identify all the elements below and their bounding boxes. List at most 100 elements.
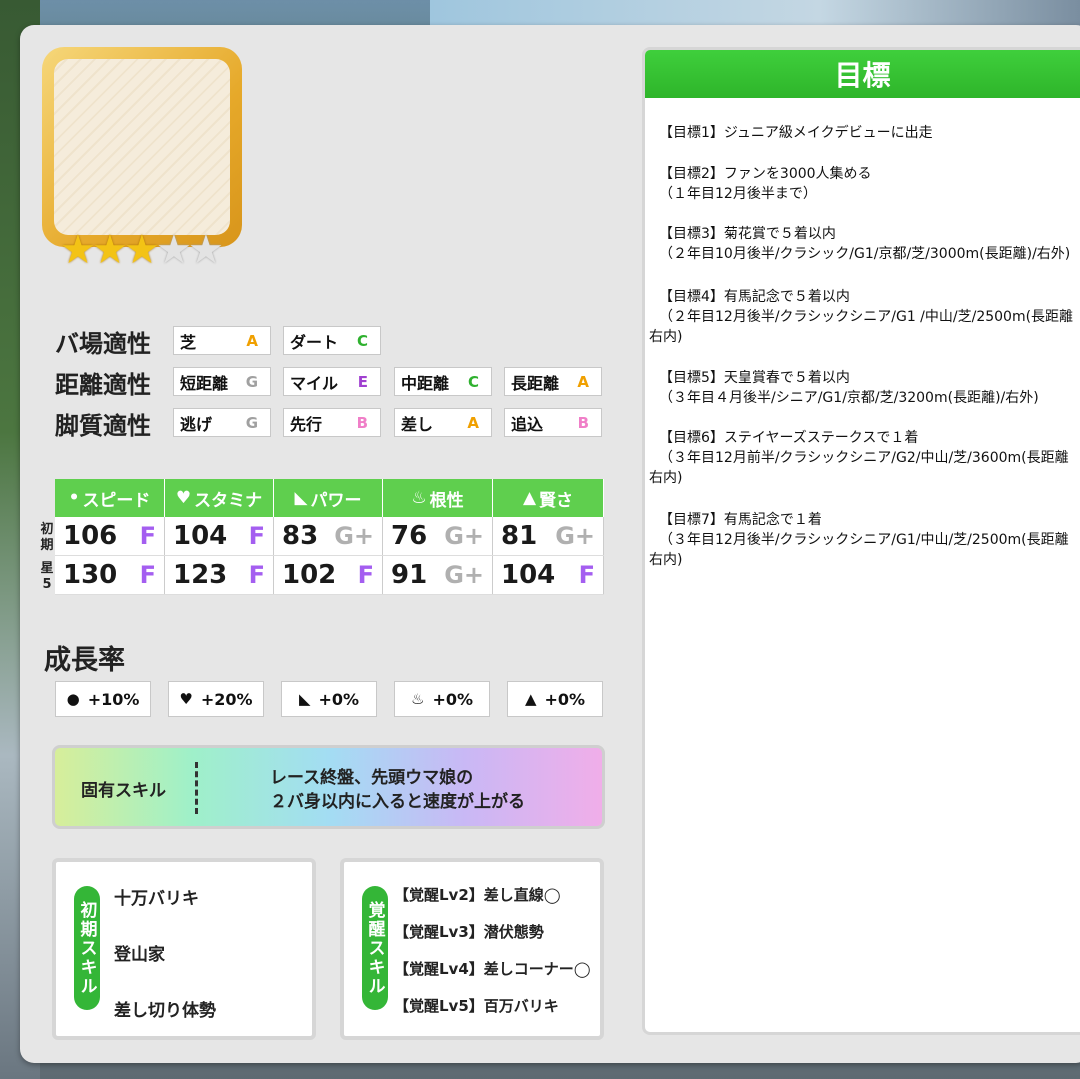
stat-value: 83 [282,521,319,551]
stats-header-label: 根性 [429,490,464,511]
goal-detail-cont: 右内) [649,470,683,486]
stat-value: 106 [63,521,118,551]
awakening-skills-card: 覚醒スキル 【覚醒Lv2】差し直線◯ 【覚醒Lv3】潜伏態勢 【覚醒Lv4】差し… [340,858,604,1040]
goal-item: 【目標1】ジュニア級メイクデビューに出走 [659,123,933,143]
character-portrait [54,59,230,235]
aptitude-distance-box[interactable]: マイル E [283,367,381,396]
rarity-stars: ★ ★ ★ ★ ★ [60,227,224,273]
goal-title: 【目標4】有馬記念で５着以内 [659,289,850,305]
stat-grade: F [139,522,156,550]
goal-detail: （３年目12月前半/クラシックシニア/G2/中山/芝/3600m(長距離 [659,450,1069,466]
unique-skill-card[interactable]: 固有スキル レース終盤、先頭ウマ娘の ２バ身以内に入ると速度が上がる [52,745,605,829]
aptitude-style-box[interactable]: 逃げ G [173,408,271,437]
stats-row: 106 F 104 F 83 G+ 76 G+ 81 G+ [55,517,604,556]
stat-grade: F [139,561,156,589]
initial-skills-card: 初期スキル 十万バリキ 登山家 差し切り体勢 [52,858,316,1040]
awakening-skill-item[interactable]: 【覚醒Lv4】差しコーナー◯ [394,958,591,979]
growth-rate-value: +20% [200,689,253,709]
growth-rate-box: ◣ +0% [281,681,377,717]
growth-rate-box: ● +10% [55,681,151,717]
stats-header-0: • スピード [55,479,165,517]
goal-title: 【目標2】ファンを3000人集める [659,166,872,182]
character-portrait-frame[interactable] [42,47,242,247]
stat-grade: F [248,522,265,550]
stat-grade: F [248,561,265,589]
aptitude-distance-box[interactable]: 短距離 G [173,367,271,396]
aptitude-name: 短距離 [180,373,229,393]
goal-detail: （２年目12月後半/クラシックシニア/G1 /中山/芝/2500m(長距離 [659,309,1074,325]
star-filled-icon: ★ [92,227,128,273]
aptitude-name: 長距離 [511,373,560,393]
mortarboard-icon: ▲ [524,690,537,708]
aptitude-grade: C [467,372,479,391]
aptitude-distance-box[interactable]: 中距離 C [394,367,492,396]
goal-title: 【目標7】有馬記念で１着 [659,512,822,528]
stat-value: 104 [501,560,556,590]
goal-detail: （３年目４月後半/シニア/G1/京都/芝/3200m(長距離)/右外) [659,390,1039,406]
initial-skill-item[interactable]: 十万バリキ [114,884,199,909]
awakening-skill-item[interactable]: 【覚醒Lv2】差し直線◯ [394,884,561,905]
goal-title: 【目標5】天皇賞春で５着以内 [659,370,850,386]
stat-cell: 83 G+ [274,517,383,555]
unique-skill-label: 固有スキル [81,781,166,801]
stat-cell: 104 F [493,556,604,594]
stat-value: 123 [173,560,228,590]
growth-rate-value: +10% [87,689,140,709]
stat-cell: 123 F [165,556,274,594]
initial-skill-item[interactable]: 登山家 [114,940,165,965]
aptitude-distance-box[interactable]: 長距離 A [504,367,602,396]
aptitude-style-box[interactable]: 差し A [394,408,492,437]
goal-title: 【目標6】ステイヤーズステークスで１着 [659,430,919,446]
stat-grade: G+ [334,522,374,550]
stats-header-label: 賢さ [539,490,574,511]
stats-header-label: スピード [82,490,151,511]
initial-skills-tag: 初期スキル [74,886,100,1010]
goal-detail-cont: 右内) [649,552,683,568]
goals-panel: 目標 【目標1】ジュニア級メイクデビューに出走【目標2】ファンを3000人集める… [642,47,1080,1035]
goal-item: 【目標5】天皇賞春で５着以内 （３年目４月後半/シニア/G1/京都/芝/3200m… [659,368,1039,408]
goal-detail: （２年目10月後半/クラシック/G1/京都/芝/3000m(長距離)/右外) [659,246,1071,262]
goal-item: 【目標6】ステイヤーズステークスで１着 （３年目12月前半/クラシックシニア/G2… [649,428,1069,488]
aptitude-name: マイル [290,373,339,393]
goal-title: 【目標3】菊花賞で５着以内 [659,226,836,242]
stat-cell: 106 F [55,517,165,555]
stats-row-label-initial: 初期 [40,522,54,553]
goal-item: 【目標4】有馬記念で５着以内 （２年目12月後半/クラシックシニア/G1 /中山/… [649,287,1074,347]
stat-grade: F [578,561,595,589]
unique-skill-description: レース終盤、先頭ウマ娘の ２バ身以内に入ると速度が上がる [270,766,525,814]
heart-icon: ♥ [179,690,193,708]
star-filled-icon: ★ [60,227,96,273]
aptitude-grade: B [577,413,589,432]
stats-header-label: パワー [310,490,362,511]
flame-icon: ♨ [410,690,425,708]
star-empty-icon: ★ [188,227,224,273]
goals-title: 目標 [645,50,1080,98]
awakening-skill-item[interactable]: 【覚醒Lv5】百万バリキ [394,995,559,1016]
aptitude-track-label: バ場適性 [55,330,151,358]
aptitude-style-box[interactable]: 追込 B [504,408,602,437]
goal-detail: （１年目12月後半まで） [659,186,817,202]
goal-item: 【目標7】有馬記念で１着 （３年目12月後半/クラシックシニア/G1/中山/芝/2… [649,510,1069,570]
aptitude-track-box[interactable]: ダート C [283,326,381,355]
arm-icon: ◣ [298,690,311,708]
aptitude-grade: C [356,331,368,350]
aptitude-style-label: 脚質適性 [55,412,151,440]
stat-value: 76 [391,521,428,551]
aptitude-grade: G [245,413,258,432]
aptitude-name: 芝 [180,332,197,352]
aptitude-track-box[interactable]: 芝A [173,326,271,355]
stat-cell: 81 G+ [493,517,604,555]
awakening-skill-item[interactable]: 【覚醒Lv3】潜伏態勢 [394,921,544,942]
aptitude-name: 中距離 [401,373,450,393]
flame-icon: ♨ [411,488,427,508]
aptitude-grade: E [357,372,368,391]
stat-value: 81 [501,521,538,551]
star-empty-icon: ★ [156,227,192,273]
arm-icon: ◣ [294,488,308,508]
awakening-skills-tag: 覚醒スキル [362,886,388,1010]
divider [195,762,198,814]
initial-skill-item[interactable]: 差し切り体勢 [114,996,216,1021]
aptitude-grade: A [246,331,258,350]
stats-row: 130 F 123 F 102 F 91 G+ 104 F [55,556,604,595]
aptitude-style-box[interactable]: 先行 B [283,408,381,437]
